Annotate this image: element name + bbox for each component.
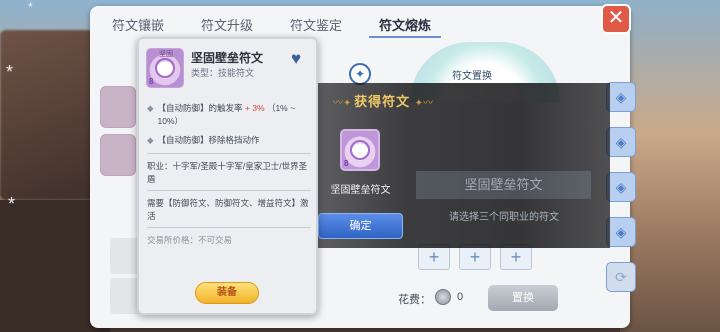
diamond-bullet-icon: ◆ [147, 103, 154, 113]
rune-category-button[interactable]: ◈ [606, 172, 636, 202]
selection-hint: 请选择三个同职业的符文 [449, 212, 559, 223]
rune-ring [155, 58, 175, 78]
swap-button[interactable]: 置换 [488, 285, 558, 311]
close-button[interactable]: ✕ [601, 4, 631, 34]
tab-rune-identify[interactable]: 符文鉴定 [280, 6, 352, 38]
snowflake-icon: * [28, 0, 33, 14]
divider [147, 227, 311, 228]
rune-description: ◆ 【自动防御】的触发率 + 3% （1% ~ 10%） ◆ 【自动防御】移除格… [147, 102, 311, 247]
reward-title-bar: 〰✦ 获得符文 ✦〰 [318, 91, 448, 111]
wrench-icon[interactable]: ✦ [349, 63, 371, 85]
tab-rune-smelt[interactable]: 符文熔炼 [369, 6, 442, 38]
ornament-right-icon: ✦〰 [414, 98, 434, 109]
heart-icon[interactable]: ♥ [291, 49, 301, 69]
effect-value: + 3% [244, 103, 265, 113]
list-item[interactable] [100, 134, 136, 176]
rune-level: 8 [344, 159, 349, 168]
fee-value: 0 [457, 291, 464, 303]
rune-tooltip: 坚固 8 坚固壁垒符文 类型：技能符文 ♥ ◆ 【自动防御】的触发率 + 3% … [137, 37, 318, 315]
confirm-button[interactable]: 确定 [318, 213, 403, 239]
trade-price-label: 交易所价格：不可交易 [147, 235, 233, 245]
rune-level: 8 [149, 77, 154, 86]
rune-category-button[interactable]: ◈ [606, 82, 636, 112]
reward-title: 获得符文 [354, 94, 411, 109]
rune-item-icon: 坚固 8 [146, 48, 184, 88]
snowflake-icon: * [8, 194, 16, 214]
rune-name: 坚固壁垒符文 [191, 51, 264, 65]
reward-item-name: 坚固壁垒符文 [330, 185, 391, 196]
coin-icon [435, 289, 451, 305]
side-button-column: ◈ ◈ ◈ ◈ ⟳ [606, 82, 636, 307]
fee-label: 花费： [398, 294, 431, 306]
reward-popup: 〰✦ 获得符文 ✦〰 8 坚固壁垒符文 确定 坚固壁垒符文 请选择三个同职业的符… [318, 83, 610, 248]
ornament-left-icon: 〰✦ [332, 98, 355, 109]
tab-rune-inlay[interactable]: 符文镶嵌 [102, 6, 174, 38]
refresh-icon[interactable]: ⟳ [606, 262, 636, 292]
snowflake-icon: * [6, 62, 14, 82]
effect-text: 【自动防御】移除格挡动作 [157, 135, 260, 145]
effect-text: 【自动防御】的触发率 [157, 103, 243, 113]
placement-label: 符文置换 [452, 71, 492, 82]
rune-category-button[interactable]: ◈ [606, 127, 636, 157]
effect-line: ◆ 【自动防御】的触发率 + 3% （1% ~ 10%） [147, 102, 311, 128]
list-item[interactable] [100, 86, 136, 128]
rune-item-icon[interactable]: 8 [340, 129, 380, 171]
requirement-label: 需要【防御符文、防御符文、增益符文】激活 [147, 198, 309, 221]
divider [147, 153, 311, 154]
effect-line: ◆ 【自动防御】移除格挡动作 [147, 134, 311, 147]
rune-category-button[interactable]: ◈ [606, 217, 636, 247]
rune-type: 类型：技能符文 [191, 68, 255, 78]
divider [147, 190, 311, 191]
tab-bar: 符文镶嵌 符文升级 符文鉴定 符文熔炼 [90, 6, 630, 38]
diamond-bullet-icon: ◆ [147, 135, 154, 145]
selected-rune-name: 坚固壁垒符文 [416, 171, 591, 199]
equip-button[interactable]: 装备 [195, 282, 259, 304]
rune-ring [350, 140, 370, 160]
tab-rune-upgrade[interactable]: 符文升级 [191, 6, 263, 38]
job-label: 职业：十字军/圣殿十字军/皇家卫士/世界圣盾 [147, 161, 308, 184]
